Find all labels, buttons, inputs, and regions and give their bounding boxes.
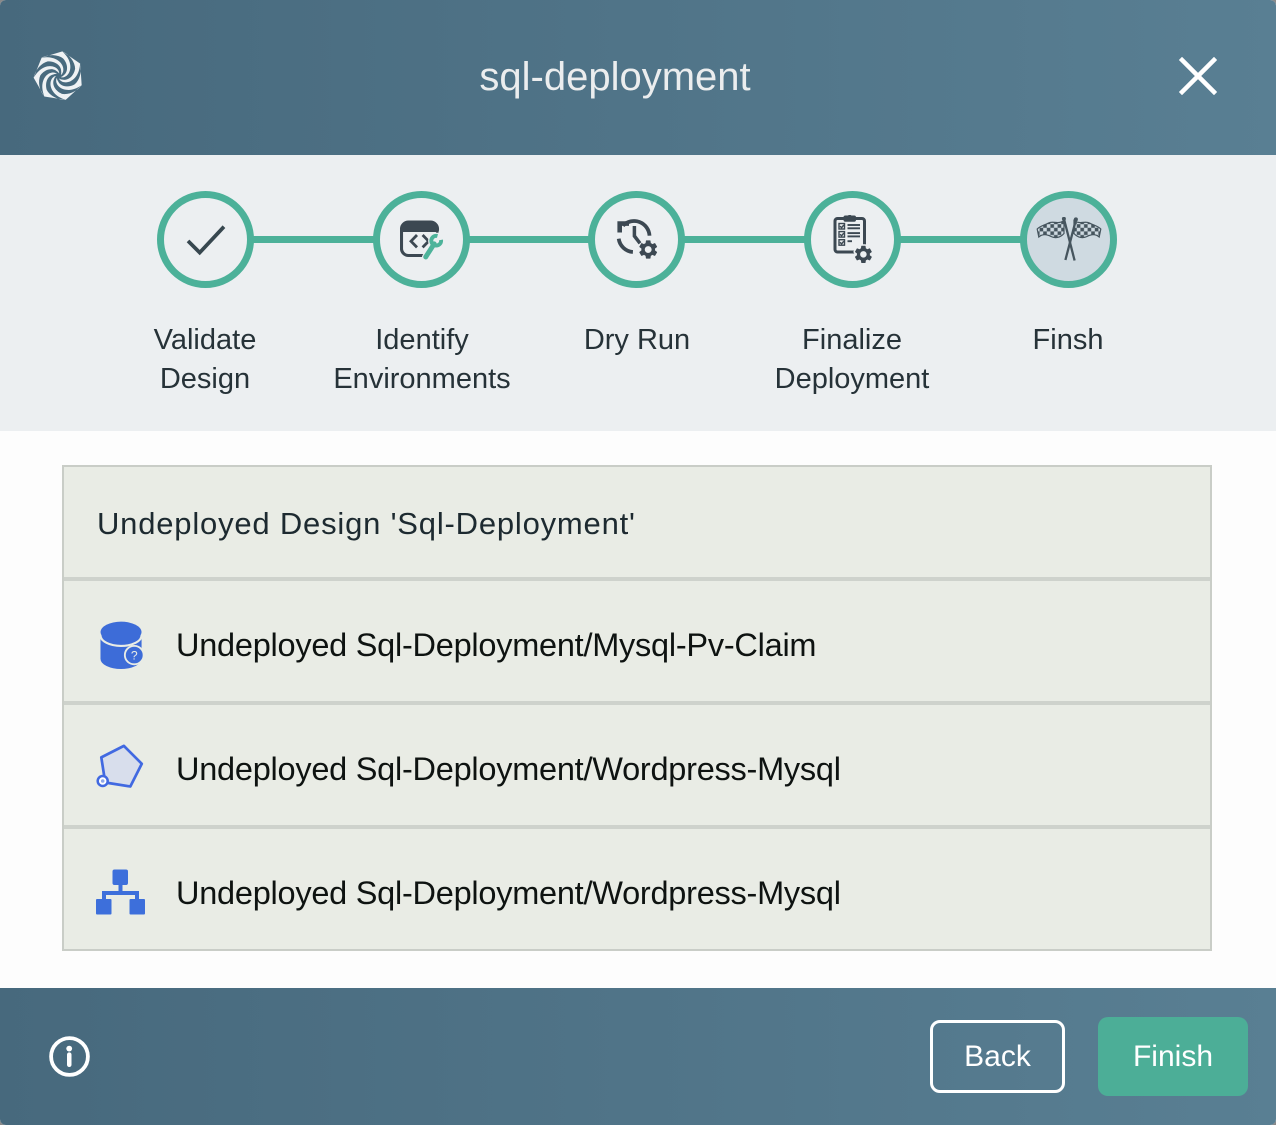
svg-text:?: ? xyxy=(131,649,138,663)
